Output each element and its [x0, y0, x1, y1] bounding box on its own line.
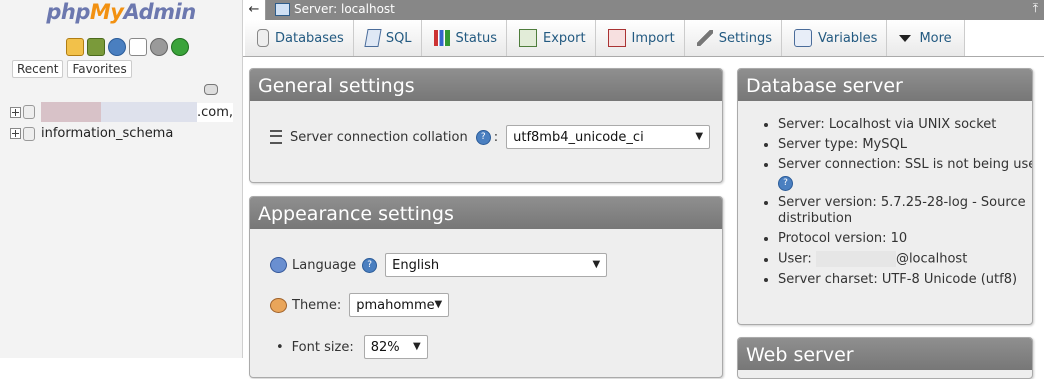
- tab-settings[interactable]: Settings: [684, 20, 783, 56]
- bullet: •: [276, 339, 284, 355]
- panel-title: Web server: [738, 338, 1032, 370]
- language-select[interactable]: English ▼: [385, 253, 608, 277]
- redacted-user: [815, 251, 896, 267]
- collation-label: Server connection collation: [290, 129, 468, 145]
- tab-variables[interactable]: Variables: [782, 20, 888, 56]
- db-name[interactable]: information_schema: [41, 126, 173, 141]
- caret-down-icon: [899, 34, 912, 42]
- list-icon: [270, 130, 282, 144]
- theme-label: Theme:: [292, 297, 342, 313]
- panel-title: General settings: [250, 69, 722, 101]
- language-icon: [270, 257, 287, 273]
- tab-more[interactable]: More: [887, 20, 965, 56]
- panel-title: Appearance settings: [250, 197, 722, 229]
- appearance-settings-panel: Appearance settings Language ? English ▼ …: [249, 196, 723, 378]
- list-item: Server version: 5.7.25-28-log - Source d…: [778, 195, 1032, 227]
- dropdown-caret-icon: ▼: [434, 299, 443, 310]
- help-icon[interactable]: ?: [475, 129, 491, 145]
- nav-icon-bar: [66, 38, 189, 56]
- sql-icon: [364, 29, 382, 47]
- tab-sql[interactable]: SQL: [353, 20, 422, 56]
- tab-status[interactable]: Status: [421, 20, 507, 56]
- reload-icon[interactable]: [171, 38, 189, 56]
- theme-select[interactable]: pmahomme ▼: [349, 293, 450, 317]
- settings-icon[interactable]: [150, 38, 168, 56]
- tab-import[interactable]: Import: [595, 20, 685, 56]
- database-icon: [23, 126, 35, 141]
- wrench-icon: [696, 30, 713, 46]
- import-icon: [607, 29, 626, 47]
- theme-row: Theme: pmahomme ▼: [270, 293, 450, 317]
- collation-select[interactable]: utf8mb4_unicode_ci ▼: [506, 125, 711, 149]
- expand-icon[interactable]: [10, 106, 21, 118]
- database-icon: [23, 105, 35, 119]
- phpmyadmin-logo[interactable]: phpMyAdmin: [0, 0, 242, 24]
- help-icon[interactable]: ?: [778, 176, 793, 191]
- back-arrow-icon[interactable]: ←: [243, 0, 266, 20]
- variables-icon: [794, 29, 813, 47]
- recent-tab[interactable]: Recent: [12, 60, 64, 78]
- list-item: Protocol version: 10: [778, 231, 1032, 247]
- dropdown-caret-icon: ▼: [413, 341, 421, 352]
- font-size-label: Font size:: [291, 339, 354, 355]
- database-server-panel: Database server Server: Localhost via UN…: [737, 68, 1033, 325]
- navigation-panel: phpMyAdmin Recent Favorites .com, inform…: [0, 0, 243, 358]
- language-label: Language: [292, 257, 357, 273]
- expand-icon[interactable]: [10, 128, 21, 139]
- exit-icon[interactable]: [87, 38, 105, 56]
- tree-item-redacted-db[interactable]: .com,: [10, 102, 234, 122]
- list-item: User: @localhost: [778, 251, 1032, 268]
- dropdown-caret-icon: ▼: [695, 131, 704, 142]
- collation-row: Server connection collation ? : utf8mb4_…: [270, 125, 711, 149]
- redacted-text: [41, 102, 101, 122]
- tab-export[interactable]: Export: [506, 20, 596, 56]
- help-icon[interactable]: [108, 38, 126, 56]
- database-icon: [257, 29, 269, 47]
- dropdown-caret-icon: ▼: [592, 259, 601, 270]
- link-chain-icon[interactable]: [204, 84, 218, 95]
- export-icon: [518, 29, 537, 47]
- main-content: General settings Server connection colla…: [243, 57, 1044, 379]
- web-server-panel: Web server: [737, 337, 1033, 379]
- status-icon: [433, 30, 450, 46]
- server-breadcrumb-bar: ← Server: localhost ⤒: [243, 0, 1044, 20]
- nav-tabs: Recent Favorites: [12, 60, 132, 78]
- redacted-text: [101, 102, 197, 122]
- language-row: Language ? English ▼: [270, 253, 608, 277]
- panel-title: Database server: [738, 69, 1032, 101]
- main-tab-bar: Databases SQL Status Export Import Setti…: [243, 20, 1044, 57]
- server-icon: [275, 2, 290, 16]
- theme-palette-icon: [270, 297, 287, 313]
- list-item: Server connection: SSL is not being used…: [778, 157, 1032, 191]
- favorites-tab[interactable]: Favorites: [67, 60, 132, 78]
- font-size-select[interactable]: 82% ▼: [363, 335, 428, 359]
- general-settings-panel: General settings Server connection colla…: [249, 68, 723, 183]
- list-item: Server type: MySQL: [778, 137, 1032, 153]
- collapse-top-icon[interactable]: ⤒: [1033, 1, 1038, 16]
- tree-item-information-schema[interactable]: information_schema: [10, 126, 173, 141]
- server-info-list: Server: Localhost via UNIX socket Server…: [760, 117, 1032, 292]
- list-item: Server: Localhost via UNIX socket: [778, 117, 1032, 133]
- server-label[interactable]: Server: localhost: [294, 2, 395, 16]
- help-icon[interactable]: ?: [362, 257, 378, 273]
- breadcrumb[interactable]: Server: localhost: [275, 2, 395, 16]
- list-item: Server charset: UTF-8 Unicode (utf8): [778, 272, 1032, 288]
- font-size-row: • Font size: 82% ▼: [276, 335, 428, 359]
- docs-icon[interactable]: [129, 38, 147, 56]
- home-icon[interactable]: [66, 38, 84, 56]
- tab-databases[interactable]: Databases: [245, 20, 354, 56]
- db-name[interactable]: .com,: [197, 102, 234, 122]
